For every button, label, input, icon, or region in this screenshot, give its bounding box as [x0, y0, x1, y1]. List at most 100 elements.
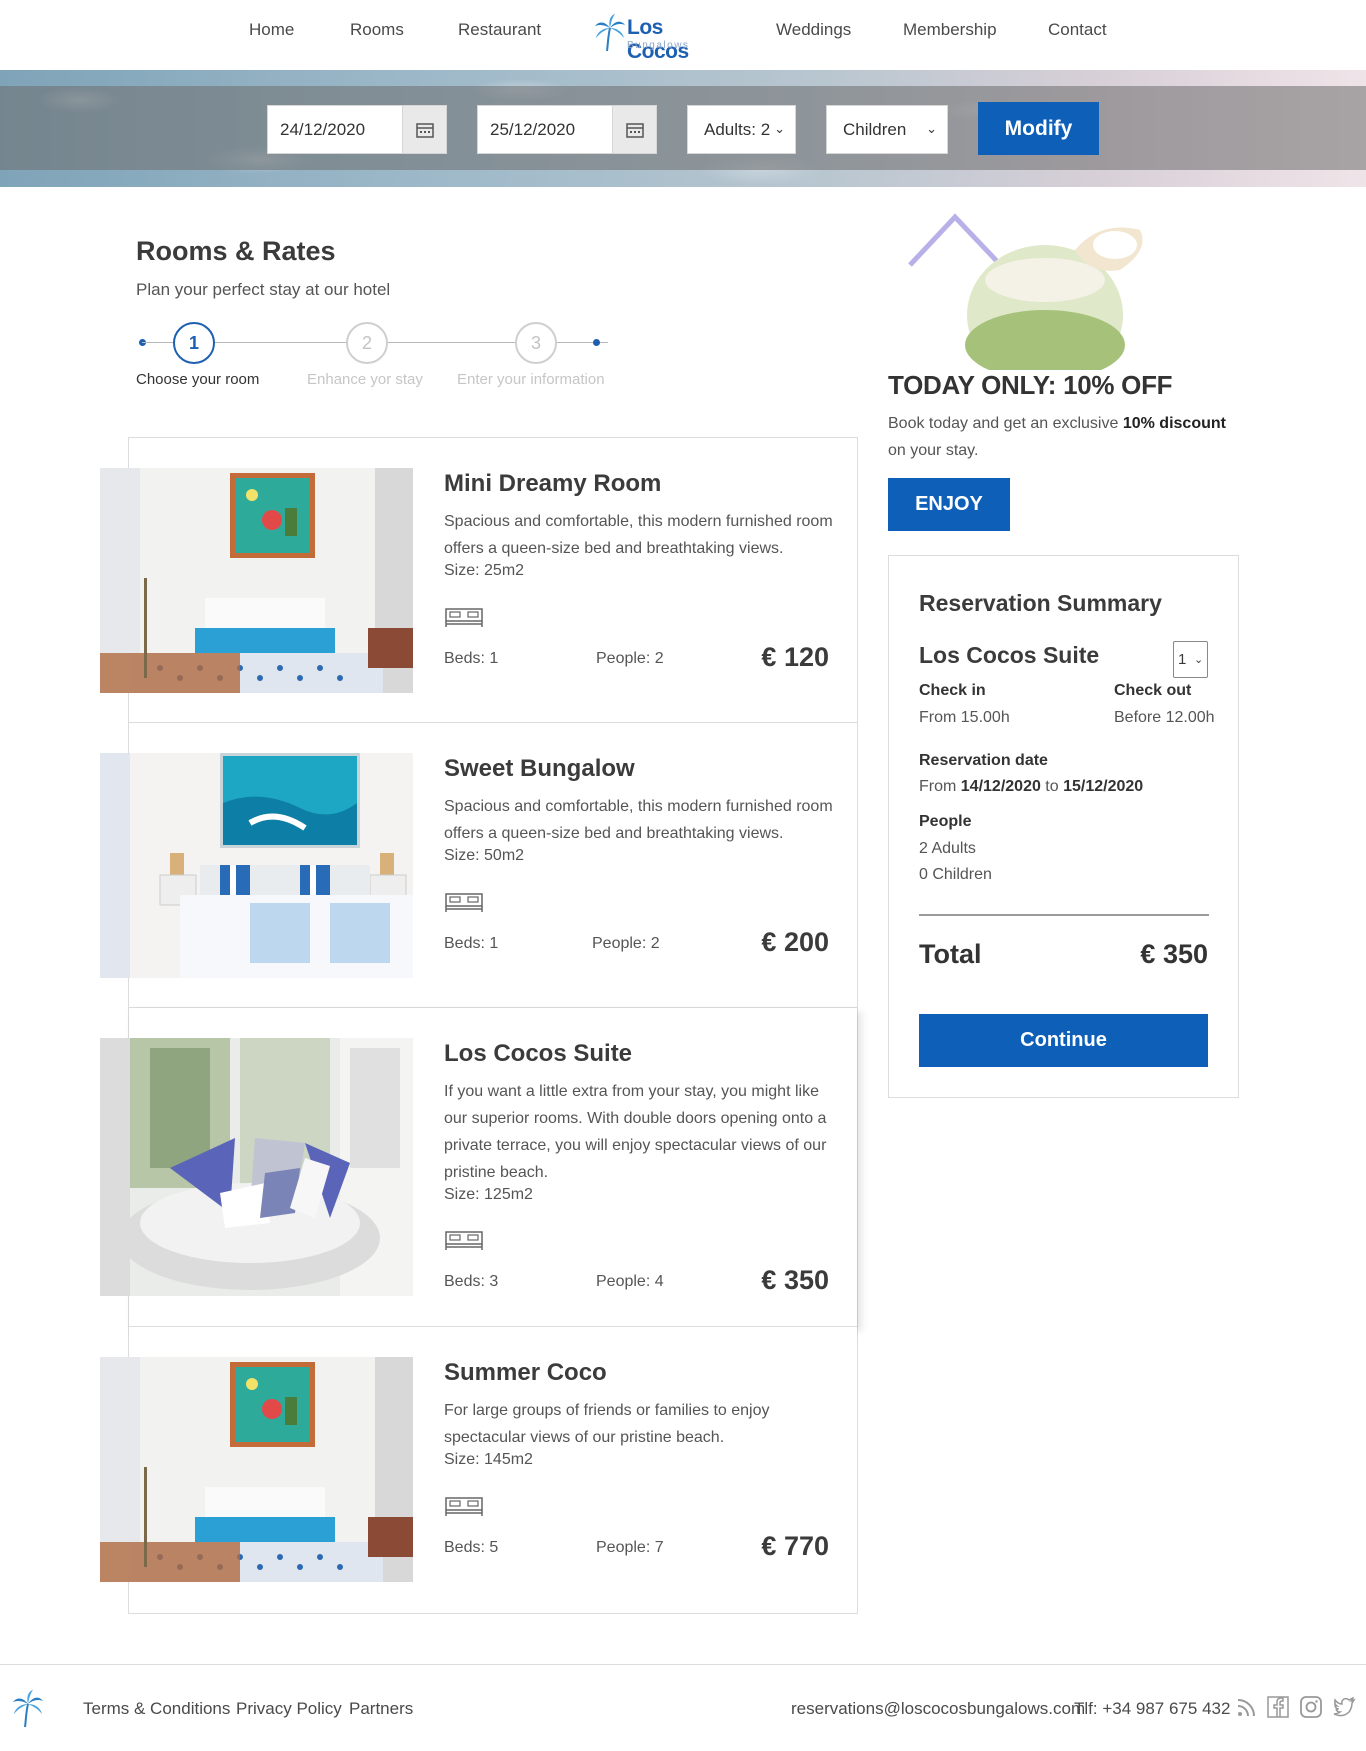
people-label: People [919, 813, 972, 830]
room-card[interactable]: Mini Dreamy Room Spacious and comfortabl… [100, 438, 857, 723]
room-name[interactable]: Sweet Bungalow [444, 755, 635, 783]
room-photo[interactable] [100, 753, 413, 978]
room-size: Size: 25m2 [444, 562, 525, 579]
checkout-date-value: 25/12/2020 [490, 120, 576, 139]
checkout-value: Before 12.00h [1114, 709, 1215, 726]
promo-title: TODAY ONLY: 10% OFF [888, 370, 1173, 400]
continue-button[interactable]: Continue [919, 1014, 1208, 1067]
date-from: 14/12/2020 [960, 778, 1041, 795]
promo-text-start: Book today and get an exclusive [888, 415, 1123, 432]
room-beds: Beds: 1 [444, 935, 499, 952]
step-3-circle[interactable]: 3 [515, 322, 557, 364]
logo-subtitle: Bungalows [627, 40, 690, 51]
step-3-label: Enter your information [457, 371, 605, 388]
room-description: Spacious and comfortable, this modern fu… [444, 798, 833, 842]
checkout-date-field[interactable]: 25/12/2020 [477, 105, 657, 154]
total-value: € 350 [1140, 939, 1208, 969]
room-photo[interactable] [100, 1357, 413, 1582]
children-select[interactable]: Children ⌄ [826, 105, 948, 154]
checkin-value: From 15.00h [919, 709, 1010, 726]
checkin-label: Check in [919, 682, 986, 699]
adults-select-value: Adults: 2 [704, 120, 771, 139]
checkout-label: Check out [1114, 682, 1192, 699]
date-to-word: to [1040, 778, 1064, 795]
adults-count: 2 Adults [919, 840, 976, 857]
room-description: For large groups of friends or families … [444, 1402, 770, 1446]
room-quantity-value: 1 [1178, 651, 1187, 668]
children-select-value: Children [843, 120, 907, 139]
instagram-icon[interactable] [1299, 1695, 1323, 1719]
room-name[interactable]: Summer Coco [444, 1359, 607, 1387]
enjoy-button[interactable]: ENJOY [888, 478, 1010, 531]
page-subtitle: Plan your perfect stay at our hotel [136, 280, 391, 299]
footer-terms-link[interactable]: Terms & Conditions [83, 1699, 230, 1719]
nav-restaurant[interactable]: Restaurant [458, 20, 541, 40]
room-quantity-select[interactable]: 1 ⌄ [1173, 641, 1208, 678]
promo-text-end: on your stay. [888, 442, 979, 459]
palm-tree-icon [595, 14, 625, 52]
nav-weddings[interactable]: Weddings [776, 20, 851, 40]
step-2-circle[interactable]: 2 [346, 322, 388, 364]
room-price: € 770 [761, 1531, 829, 1561]
search-banner: 24/12/2020 25/12/2020 Adults: 2 ⌄ Childr… [0, 70, 1366, 187]
nav-home[interactable]: Home [249, 20, 294, 40]
date-from-word: From [919, 778, 961, 795]
logo[interactable]: Los Cocos Bungalows [594, 14, 724, 63]
footer-email-link[interactable]: reservations@loscocosbungalows.com [791, 1699, 1085, 1719]
nav-contact[interactable]: Contact [1048, 20, 1107, 40]
room-card[interactable]: Summer Coco For large groups of friends … [100, 1327, 857, 1612]
calendar-icon[interactable] [402, 106, 446, 153]
room-people: People: 4 [596, 1273, 664, 1290]
reservation-date-value: From 14/12/2020 to 15/12/2020 [919, 778, 1143, 796]
chevron-down-icon: ⌄ [1194, 654, 1204, 666]
promo-discount: 10% discount [1122, 415, 1226, 432]
room-people: People: 7 [596, 1539, 664, 1556]
nav-membership[interactable]: Membership [903, 20, 997, 40]
nav-rooms[interactable]: Rooms [350, 20, 404, 40]
reservation-date-label: Reservation date [919, 752, 1048, 769]
room-name[interactable]: Los Cocos Suite [444, 1040, 632, 1068]
summary-room-name: Los Cocos Suite [919, 642, 1100, 668]
step-1-circle[interactable]: 1 [173, 322, 215, 364]
facebook-icon[interactable] [1266, 1695, 1290, 1719]
room-description: If you want a little extra from your sta… [444, 1083, 827, 1181]
children-count: 0 Children [919, 866, 992, 883]
chevron-down-icon: ⌄ [774, 121, 785, 136]
bed-icon [445, 608, 483, 627]
palm-tree-icon[interactable] [12, 1690, 44, 1728]
room-size: Size: 145m2 [444, 1451, 533, 1468]
room-beds: Beds: 1 [444, 650, 499, 667]
reservation-summary: Reservation Summary Los Cocos Suite 1 ⌄ … [888, 555, 1239, 1098]
summary-divider [919, 914, 1209, 916]
room-card[interactable]: Sweet Bungalow Spacious and comfortable,… [100, 723, 857, 1008]
twitter-icon[interactable] [1332, 1695, 1356, 1719]
step-2-label: Enhance yor stay [307, 371, 423, 388]
summary-title: Reservation Summary [919, 590, 1162, 616]
rss-icon[interactable] [1235, 1695, 1259, 1719]
footer-privacy-link[interactable]: Privacy Policy [236, 1699, 342, 1719]
page-title: Rooms & Rates [136, 236, 336, 266]
room-beds: Beds: 3 [444, 1273, 499, 1290]
room-size: Size: 125m2 [444, 1186, 533, 1203]
room-photo[interactable] [100, 468, 413, 693]
modify-button[interactable]: Modify [978, 102, 1099, 155]
date-to: 15/12/2020 [1063, 778, 1144, 795]
adults-select[interactable]: Adults: 2 ⌄ [687, 105, 796, 154]
room-people: People: 2 [592, 935, 660, 952]
room-card[interactable]: Los Cocos Suite If you want a little ext… [100, 1008, 857, 1327]
room-name[interactable]: Mini Dreamy Room [444, 470, 661, 498]
promo-text: Book today and get an exclusive 10% disc… [888, 410, 1248, 464]
footer-phone[interactable]: Tlf: +34 987 675 432 [1074, 1699, 1230, 1719]
footer-partners-link[interactable]: Partners [349, 1699, 413, 1719]
chevron-down-icon: ⌄ [926, 121, 937, 136]
calendar-icon[interactable] [612, 106, 656, 153]
step-1-label: Choose your room [136, 371, 260, 388]
room-list: Mini Dreamy Room Spacious and comfortabl… [100, 437, 858, 1614]
room-people: People: 2 [596, 650, 664, 667]
room-price: € 200 [761, 927, 829, 957]
footer: Terms & Conditions Privacy Policy Partne… [0, 1664, 1366, 1751]
top-navigation: Home Rooms Restaurant Los Cocos Bungalow… [0, 0, 1366, 70]
room-photo[interactable] [100, 1038, 413, 1296]
search-bar [0, 86, 1366, 170]
checkin-date-field[interactable]: 24/12/2020 [267, 105, 447, 154]
